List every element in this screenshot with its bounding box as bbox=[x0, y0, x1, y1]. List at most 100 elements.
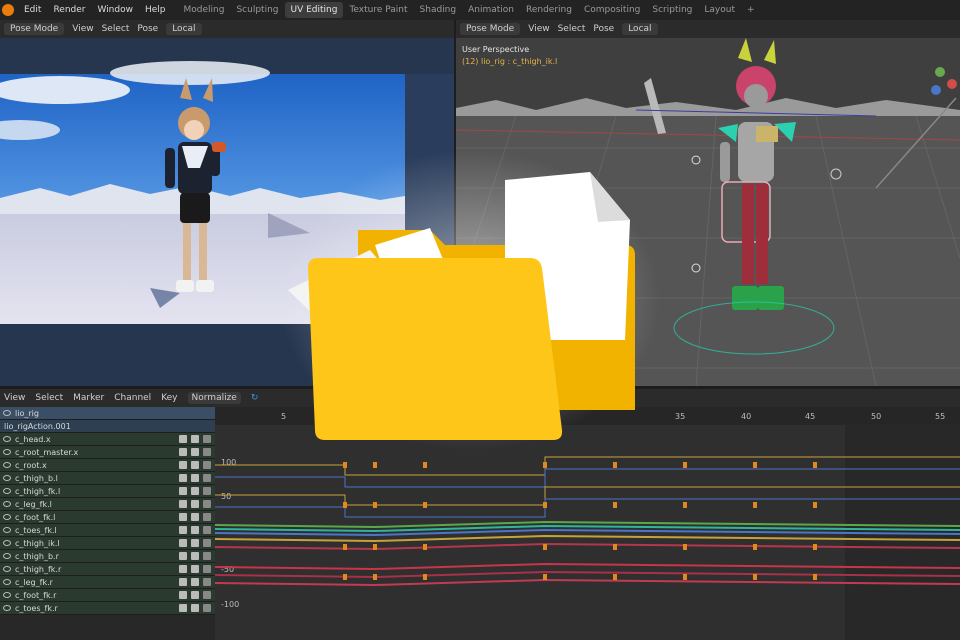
right-pose-menu[interactable]: Pose bbox=[593, 24, 614, 34]
eye-icon[interactable] bbox=[3, 475, 11, 481]
left-orientation-select[interactable]: Local bbox=[166, 23, 202, 35]
lock-icon[interactable] bbox=[203, 448, 211, 456]
eye-icon[interactable] bbox=[3, 527, 11, 533]
lock-icon[interactable] bbox=[203, 513, 211, 521]
eye-icon[interactable] bbox=[3, 540, 11, 546]
channel-row[interactable]: c_thigh_fk.l bbox=[0, 485, 215, 498]
tab-uv-editing[interactable]: UV Editing bbox=[284, 2, 344, 18]
wrench-icon[interactable] bbox=[179, 539, 187, 547]
eye-icon[interactable] bbox=[3, 605, 11, 611]
lock-icon[interactable] bbox=[203, 487, 211, 495]
tab-modeling[interactable]: Modeling bbox=[178, 2, 231, 18]
eye-icon[interactable] bbox=[3, 566, 11, 572]
tab-animation[interactable]: Animation bbox=[462, 2, 520, 18]
eye-icon[interactable] bbox=[3, 449, 11, 455]
channel-row[interactable]: c_thigh_fk.r bbox=[0, 563, 215, 576]
channel-row[interactable]: c_foot_fk.r bbox=[0, 589, 215, 602]
eye-icon[interactable] bbox=[3, 592, 11, 598]
left-mode-select[interactable]: Pose Mode bbox=[4, 23, 65, 35]
left-view-menu[interactable]: View bbox=[72, 24, 93, 34]
channel-row[interactable]: c_root.x bbox=[0, 459, 215, 472]
channel-row[interactable]: c_thigh_ik.l bbox=[0, 537, 215, 550]
wrench-icon[interactable] bbox=[179, 461, 187, 469]
wrench-icon[interactable] bbox=[179, 500, 187, 508]
graph-select-menu[interactable]: Select bbox=[35, 393, 63, 403]
lock-icon[interactable] bbox=[203, 591, 211, 599]
checkbox-icon[interactable] bbox=[191, 461, 199, 469]
wrench-icon[interactable] bbox=[179, 448, 187, 456]
add-workspace-icon[interactable]: + bbox=[741, 2, 761, 18]
wrench-icon[interactable] bbox=[179, 565, 187, 573]
graph-key-menu[interactable]: Key bbox=[161, 393, 177, 403]
channel-row[interactable]: c_head.x bbox=[0, 433, 215, 446]
tab-layout[interactable]: Layout bbox=[698, 2, 741, 18]
wrench-icon[interactable] bbox=[179, 578, 187, 586]
graph-view-menu[interactable]: View bbox=[4, 393, 25, 403]
menu-window[interactable]: Window bbox=[91, 5, 139, 15]
lock-icon[interactable] bbox=[203, 500, 211, 508]
checkbox-icon[interactable] bbox=[191, 448, 199, 456]
graph-marker-menu[interactable]: Marker bbox=[73, 393, 104, 403]
tab-texture-paint[interactable]: Texture Paint bbox=[343, 2, 413, 18]
lock-icon[interactable] bbox=[203, 474, 211, 482]
eye-icon[interactable] bbox=[3, 579, 11, 585]
lock-icon[interactable] bbox=[203, 539, 211, 547]
checkbox-icon[interactable] bbox=[191, 526, 199, 534]
channel-row[interactable]: c_leg_fk.l bbox=[0, 498, 215, 511]
lock-icon[interactable] bbox=[203, 565, 211, 573]
eye-icon[interactable] bbox=[3, 553, 11, 559]
tab-scripting[interactable]: Scripting bbox=[646, 2, 698, 18]
channel-row[interactable]: c_foot_fk.l bbox=[0, 511, 215, 524]
lock-icon[interactable] bbox=[203, 435, 211, 443]
right-view-menu[interactable]: View bbox=[528, 24, 549, 34]
wrench-icon[interactable] bbox=[179, 513, 187, 521]
wrench-icon[interactable] bbox=[179, 435, 187, 443]
normalize-toggle[interactable]: Normalize bbox=[187, 392, 241, 404]
graph-channel-menu[interactable]: Channel bbox=[114, 393, 151, 403]
channel-action-row[interactable]: lio_rigAction.001 bbox=[0, 420, 215, 433]
checkbox-icon[interactable] bbox=[191, 552, 199, 560]
checkbox-icon[interactable] bbox=[191, 578, 199, 586]
checkbox-icon[interactable] bbox=[191, 513, 199, 521]
menu-render[interactable]: Render bbox=[47, 5, 91, 15]
wrench-icon[interactable] bbox=[179, 487, 187, 495]
checkbox-icon[interactable] bbox=[191, 474, 199, 482]
wrench-icon[interactable] bbox=[179, 552, 187, 560]
wrench-icon[interactable] bbox=[179, 526, 187, 534]
blender-logo-icon[interactable] bbox=[2, 4, 14, 16]
lock-icon[interactable] bbox=[203, 578, 211, 586]
eye-icon[interactable] bbox=[3, 514, 11, 520]
checkbox-icon[interactable] bbox=[191, 591, 199, 599]
channel-row[interactable]: c_thigh_b.l bbox=[0, 472, 215, 485]
lock-icon[interactable] bbox=[203, 552, 211, 560]
eye-icon[interactable] bbox=[3, 436, 11, 442]
channel-row[interactable]: c_root_master.x bbox=[0, 446, 215, 459]
lock-icon[interactable] bbox=[203, 604, 211, 612]
lock-icon[interactable] bbox=[203, 526, 211, 534]
tab-shading[interactable]: Shading bbox=[414, 2, 463, 18]
channel-row[interactable]: c_thigh_b.r bbox=[0, 550, 215, 563]
checkbox-icon[interactable] bbox=[191, 604, 199, 612]
tab-rendering[interactable]: Rendering bbox=[520, 2, 578, 18]
eye-icon[interactable] bbox=[3, 410, 11, 416]
lock-icon[interactable] bbox=[203, 461, 211, 469]
right-orientation-select[interactable]: Local bbox=[622, 23, 658, 35]
channel-row[interactable]: c_leg_fk.r bbox=[0, 576, 215, 589]
wrench-icon[interactable] bbox=[179, 474, 187, 482]
tab-compositing[interactable]: Compositing bbox=[578, 2, 646, 18]
tab-sculpting[interactable]: Sculpting bbox=[230, 2, 284, 18]
channel-row[interactable]: c_toes_fk.r bbox=[0, 602, 215, 615]
checkbox-icon[interactable] bbox=[191, 435, 199, 443]
eye-icon[interactable] bbox=[3, 488, 11, 494]
channel-object-row[interactable]: lio_rig bbox=[0, 407, 215, 420]
channel-row[interactable]: c_toes_fk.l bbox=[0, 524, 215, 537]
right-select-menu[interactable]: Select bbox=[558, 24, 586, 34]
wrench-icon[interactable] bbox=[179, 604, 187, 612]
left-select-menu[interactable]: Select bbox=[102, 24, 130, 34]
eye-icon[interactable] bbox=[3, 462, 11, 468]
checkbox-icon[interactable] bbox=[191, 565, 199, 573]
menu-help[interactable]: Help bbox=[139, 5, 172, 15]
right-mode-select[interactable]: Pose Mode bbox=[460, 23, 521, 35]
eye-icon[interactable] bbox=[3, 501, 11, 507]
refresh-icon[interactable]: ↻ bbox=[251, 393, 259, 403]
